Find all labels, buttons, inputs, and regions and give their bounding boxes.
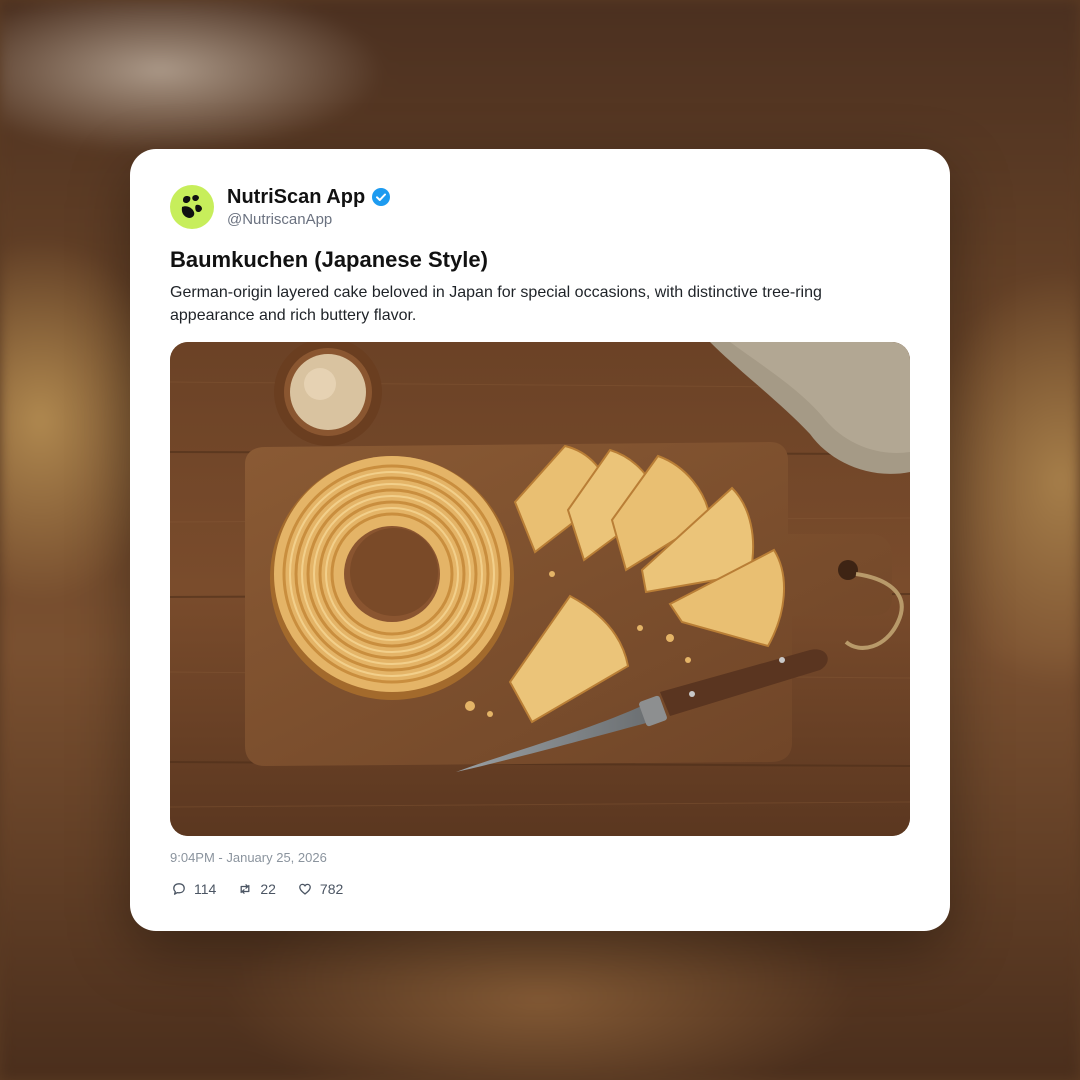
post-title: Baumkuchen (Japanese Style) xyxy=(170,247,488,272)
post-image[interactable] xyxy=(170,342,910,836)
heart-icon xyxy=(299,883,311,895)
comment-icon xyxy=(173,883,185,895)
post-description: German-origin layered cake beloved in Ja… xyxy=(170,284,822,324)
post-timestamp: 9:04PM - January 25, 2026 xyxy=(170,850,327,865)
reply-button[interactable]: 114 xyxy=(172,881,216,897)
engagement-bar: 114 22 782 xyxy=(172,881,343,897)
repost-count: 22 xyxy=(260,881,276,897)
like-count: 782 xyxy=(319,881,344,897)
author-row: NutriScan App xyxy=(227,185,391,209)
baumkuchen-photo xyxy=(170,342,910,836)
verified-badge-icon xyxy=(372,188,391,206)
repost-button[interactable]: 22 xyxy=(238,881,276,897)
repost-icon xyxy=(240,884,250,894)
reply-count: 114 xyxy=(194,881,217,897)
avatar[interactable] xyxy=(170,185,214,229)
like-button[interactable]: 782 xyxy=(298,881,343,897)
author-handle[interactable]: @NutriscanApp xyxy=(227,211,332,228)
post-card: NutriScan App @NutriscanApp Baumkuchen (… xyxy=(130,149,950,931)
author-name[interactable]: NutriScan App xyxy=(227,186,365,209)
leaf-logo-icon xyxy=(181,194,202,218)
